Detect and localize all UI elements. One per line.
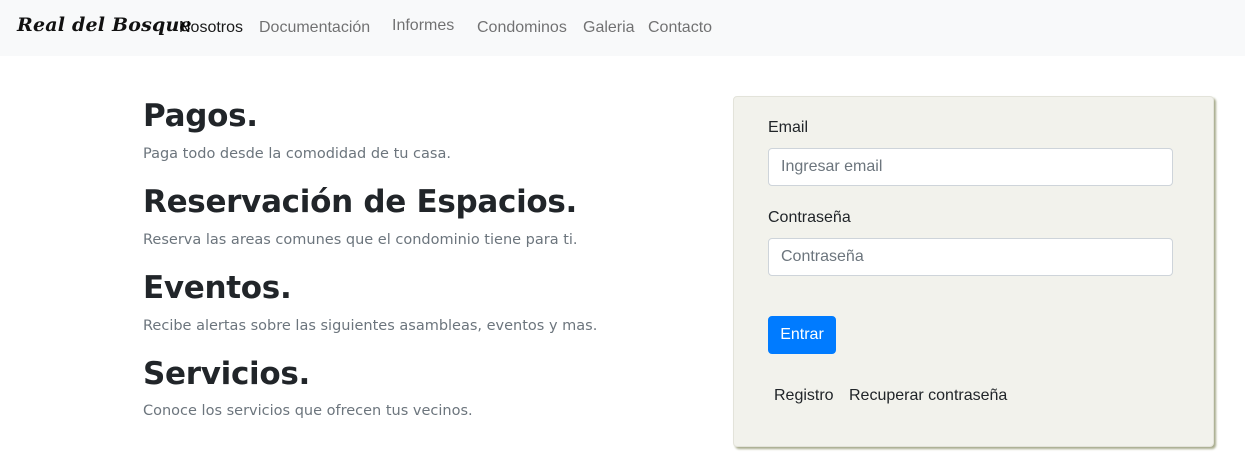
register-link[interactable]: Registro (774, 387, 834, 405)
nav-link-nosotros[interactable]: Nosotros (179, 19, 243, 37)
nav-link-documentacion[interactable]: Documentación (259, 19, 370, 37)
top-navbar: Real del Bosque Nosotros Documentación I… (0, 0, 1245, 56)
login-card: Email Contraseña Entrar Registro Recuper… (733, 96, 1214, 447)
feature-title-eventos: Eventos. (143, 270, 292, 306)
feature-title-pagos: Pagos. (143, 98, 258, 134)
feature-title-servicios: Servicios. (143, 356, 311, 392)
email-input[interactable] (768, 148, 1173, 186)
nav-link-informes[interactable]: Informes (392, 17, 454, 35)
nav-link-contacto[interactable]: Contacto (648, 19, 712, 37)
brand-logo[interactable]: Real del Bosque (17, 14, 192, 36)
feature-title-reservacion: Reservación de Espacios. (143, 184, 578, 220)
password-input[interactable] (768, 238, 1173, 276)
nav-link-galeria[interactable]: Galeria (583, 19, 635, 37)
nav-link-condominos[interactable]: Condominos (477, 19, 567, 37)
password-label: Contraseña (768, 209, 851, 226)
recover-password-link[interactable]: Recuperar contraseña (849, 387, 1007, 405)
feature-desc-eventos: Recibe alertas sobre las siguientes asam… (143, 318, 598, 334)
feature-desc-reservacion: Reserva las areas comunes que el condomi… (143, 232, 578, 248)
feature-desc-servicios: Conoce los servicios que ofrecen tus vec… (143, 403, 473, 419)
feature-desc-pagos: Paga todo desde la comodidad de tu casa. (143, 146, 451, 162)
email-label: Email (768, 119, 809, 136)
login-button[interactable]: Entrar (768, 316, 836, 354)
